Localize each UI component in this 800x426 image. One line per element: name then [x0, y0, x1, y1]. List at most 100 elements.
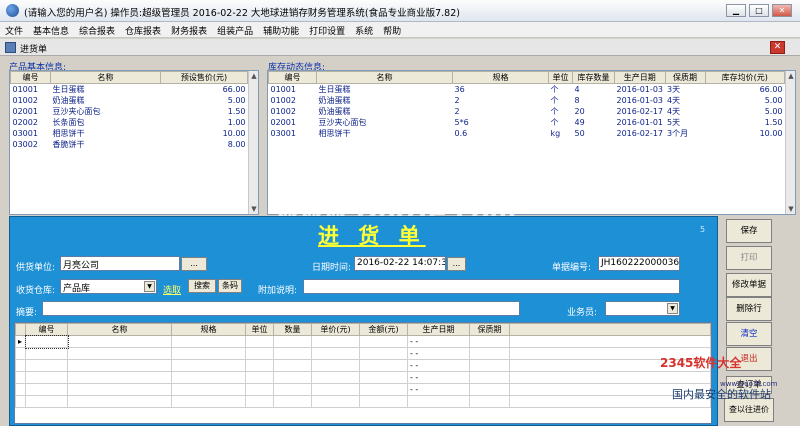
menu-system[interactable]: 系统 — [350, 22, 378, 37]
entry-cell[interactable] — [311, 395, 360, 408]
table-row[interactable]: 01001 生日蛋糕 66.00 — [11, 84, 248, 96]
maximize-button[interactable]: □ — [749, 4, 769, 17]
entry-cell[interactable] — [469, 383, 510, 396]
entry-cell[interactable] — [469, 371, 510, 384]
entry-cell[interactable] — [245, 371, 274, 384]
child-close-button[interactable]: ✕ — [770, 41, 785, 54]
entry-row[interactable]: - - — [15, 371, 711, 384]
entry-cell[interactable] — [67, 347, 172, 360]
entry-cell[interactable] — [469, 395, 510, 408]
search-button[interactable]: 搜索 — [188, 279, 216, 293]
col-header[interactable]: 名称 — [67, 323, 172, 336]
modify-bill-button[interactable]: 修改单据 — [726, 273, 772, 297]
menu-file[interactable]: 文件 — [0, 22, 28, 37]
menu-basic-info[interactable]: 基本信息 — [28, 22, 74, 37]
entry-cell[interactable] — [469, 335, 510, 348]
entry-cell[interactable] — [273, 335, 312, 348]
col-header[interactable]: 库存数量 — [572, 71, 615, 84]
print-button[interactable]: 打印 — [726, 246, 772, 270]
entry-cell[interactable] — [359, 371, 408, 384]
scroll-up-icon[interactable]: ▲ — [249, 71, 258, 81]
entry-cell[interactable] — [25, 383, 68, 396]
entry-cell[interactable]: - - — [407, 347, 470, 360]
entry-cell[interactable] — [311, 347, 360, 360]
chevron-down-icon[interactable]: ▼ — [144, 281, 155, 292]
entry-cell[interactable] — [359, 335, 408, 348]
warehouse-select[interactable]: 产品库 ▼ — [60, 279, 157, 294]
entry-row[interactable] — [15, 395, 711, 408]
col-header[interactable]: 单位 — [245, 323, 274, 336]
save-button[interactable]: 保存 — [726, 219, 772, 243]
datetime-input[interactable]: 2016-02-22 14:07:35 — [354, 256, 446, 271]
entry-cell[interactable] — [171, 335, 246, 348]
entry-cell[interactable] — [171, 359, 246, 372]
col-header[interactable]: 编号 — [10, 71, 51, 84]
stock-scrollbar[interactable]: ▲ ▼ — [785, 71, 795, 214]
entry-cell[interactable] — [273, 359, 312, 372]
entry-cell[interactable] — [311, 383, 360, 396]
table-row[interactable]: 03001 相思饼干 10.00 — [11, 128, 248, 139]
table-row[interactable]: 01002 奶油蛋糕 5.00 — [11, 95, 248, 106]
entry-cell[interactable] — [24, 334, 69, 349]
menu-tools[interactable]: 辅助功能 — [258, 22, 304, 37]
col-header[interactable]: 单价(元) — [311, 323, 360, 336]
menu-print-settings[interactable]: 打印设置 — [304, 22, 350, 37]
table-row[interactable]: 03002 香脆饼干 8.00 — [11, 139, 248, 150]
entry-cell[interactable] — [359, 383, 408, 396]
entry-row[interactable]: - - — [15, 347, 711, 360]
entry-cell[interactable]: - - — [407, 371, 470, 384]
barcode-button[interactable]: 条码 — [218, 279, 242, 293]
entry-cell[interactable] — [509, 335, 711, 348]
menu-reports[interactable]: 综合报表 — [74, 22, 120, 37]
entry-cell[interactable] — [311, 371, 360, 384]
supplier-browse-button[interactable]: ... — [181, 257, 207, 271]
col-header[interactable]: 单位 — [548, 71, 573, 84]
entry-cell[interactable] — [171, 371, 246, 384]
entry-row[interactable]: - - — [15, 383, 711, 396]
entry-cell[interactable] — [67, 335, 172, 348]
entry-cell[interactable] — [67, 371, 172, 384]
menu-finance-reports[interactable]: 财务报表 — [166, 22, 212, 37]
entry-cell[interactable] — [273, 383, 312, 396]
entry-cell[interactable] — [273, 371, 312, 384]
entry-cell[interactable] — [171, 347, 246, 360]
entry-row[interactable]: ▸ - - — [15, 334, 711, 349]
entry-cell[interactable] — [25, 395, 68, 408]
entry-cell[interactable] — [311, 335, 360, 348]
summary-input[interactable] — [42, 301, 520, 316]
entry-cell[interactable] — [273, 347, 312, 360]
entry-cell[interactable] — [273, 395, 312, 408]
datetime-picker-button[interactable]: ... — [447, 257, 466, 271]
entry-cell[interactable] — [359, 395, 408, 408]
entry-cell[interactable] — [469, 359, 510, 372]
col-header[interactable]: 保质期 — [469, 323, 510, 336]
col-header[interactable]: 编号 — [25, 323, 68, 336]
select-link[interactable]: 选取 — [163, 283, 181, 296]
scroll-down-icon[interactable]: ▼ — [786, 204, 795, 214]
entry-cell[interactable] — [67, 395, 172, 408]
col-header[interactable]: 规格 — [171, 323, 246, 336]
col-header[interactable]: 保质期 — [664, 71, 706, 84]
entry-cell[interactable] — [245, 383, 274, 396]
entry-cell[interactable] — [25, 347, 68, 360]
scroll-up-icon[interactable]: ▲ — [786, 71, 795, 81]
col-header[interactable]: 库存均价(元) — [704, 71, 785, 84]
entry-cell[interactable] — [359, 347, 408, 360]
menu-warehouse-reports[interactable]: 仓库报表 — [120, 22, 166, 37]
table-row[interactable]: 02001 豆沙夹心面包 5*6 个 49 2016-01-01 5天 1.50 — [269, 117, 785, 128]
bill-no-input[interactable]: JH160222000036 — [598, 256, 680, 271]
table-row[interactable]: 01001 生日蛋糕 36 个 4 2016-01-03 3天 66.00 — [269, 84, 785, 96]
table-row[interactable]: 01002 奶油蛋糕 2 个 20 2016-02-17 4天 5.00 — [269, 106, 785, 117]
product-info-grid[interactable]: 编号 名称 预设售价(元) 01001 生日蛋糕 66.00 01002 奶油蛋糕 5.0… — [9, 70, 259, 215]
entry-cell[interactable] — [67, 383, 172, 396]
entry-cell[interactable] — [25, 359, 68, 372]
menu-assembly[interactable]: 组装产品 — [212, 22, 258, 37]
entry-cell[interactable] — [311, 359, 360, 372]
entry-grid[interactable]: 编号 名称 规格 单位 数量 单价(元) 金额(元) 生产日期 保质期 ▸ - -… — [14, 322, 712, 424]
product-scrollbar[interactable]: ▲ ▼ — [248, 71, 258, 214]
table-row[interactable]: 01002 奶油蛋糕 2 个 8 2016-01-03 4天 5.00 — [269, 95, 785, 106]
entry-cell[interactable] — [245, 395, 274, 408]
entry-cell[interactable] — [245, 359, 274, 372]
chevron-down-icon[interactable]: ▼ — [667, 303, 678, 314]
entry-cell[interactable]: - - — [407, 383, 470, 396]
